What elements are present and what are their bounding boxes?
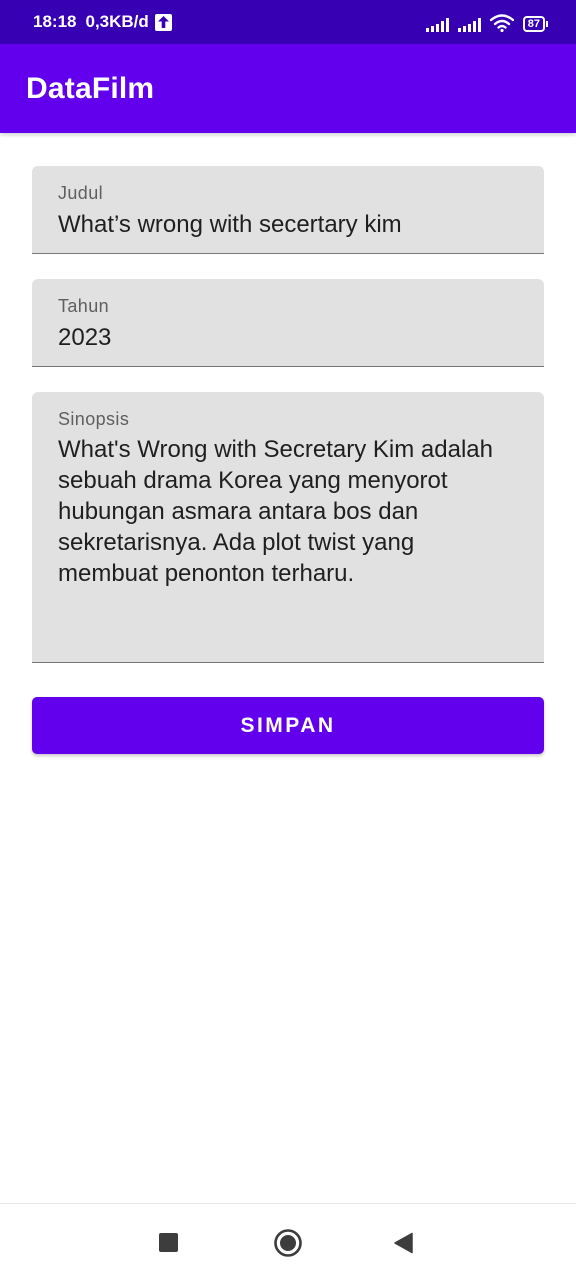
battery-icon: 87 [522,16,548,32]
judul-label: Judul [58,183,104,203]
app-bar: DataFilm [0,44,576,133]
status-time: 18:18 [33,12,77,31]
network-speed: 0,3KB/d [85,12,149,31]
signal-icon [425,18,449,32]
app-title: DataFilm [26,71,155,105]
status-left: 18:18 0,3KB/d [33,12,172,32]
battery-level: 87 [522,16,545,32]
signal-icon [457,18,481,32]
status-bar: 18:18 0,3KB/d 87 [0,0,576,44]
sinopsis-label: Sinopsis [58,409,130,429]
status-right: 87 [425,12,548,32]
recents-button[interactable] [133,1204,203,1280]
sinopsis-input[interactable]: What's Wrong with Secretary Kim adalah s… [58,434,518,589]
sinopsis-field[interactable]: Sinopsis What's Wrong with Secretary Kim… [32,392,544,663]
tahun-input[interactable]: 2023 [58,322,518,353]
tahun-field[interactable]: Tahun 2023 [32,279,544,367]
upload-icon [154,13,172,31]
back-icon [394,1232,413,1253]
judul-field[interactable]: Judul What’s wrong with secertary kim [32,166,544,254]
wifi-icon [489,14,514,32]
recents-icon [158,1233,178,1252]
judul-input[interactable]: What’s wrong with secertary kim [58,209,518,240]
home-button[interactable] [253,1204,323,1280]
tahun-label: Tahun [58,296,110,316]
save-button[interactable]: SIMPAN [32,697,544,754]
navigation-bar [0,1203,576,1280]
home-icon [274,1228,302,1257]
back-button[interactable] [369,1204,439,1280]
